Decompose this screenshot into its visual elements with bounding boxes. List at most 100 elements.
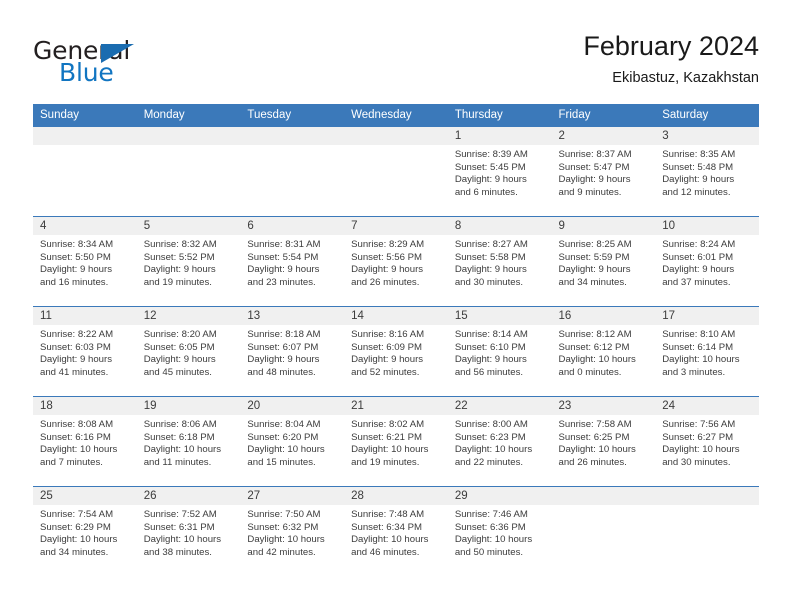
daylight-text-line2: and 30 minutes. [662,456,731,468]
day-cell[interactable]: 6 Sunrise: 8:31 AM Sunset: 5:54 PM Dayli… [240,216,345,307]
day-cell[interactable] [136,127,241,217]
day-details: Sunrise: 8:08 AM Sunset: 6:16 PM Dayligh… [33,415,137,469]
day-cell[interactable]: 29 Sunrise: 7:46 AM Sunset: 6:36 PM Dayl… [447,486,552,576]
day-cell[interactable] [344,127,448,217]
daylight-text-line2: and 48 minutes. [247,366,316,378]
day-number: 16 [551,307,656,325]
day-cell[interactable] [551,486,656,576]
sunset-text: Sunset: 5:47 PM [558,161,630,173]
day-details [240,145,344,149]
day-details: Sunrise: 7:54 AM Sunset: 6:29 PM Dayligh… [33,505,137,559]
daylight-text-line2: and 56 minutes. [454,366,524,378]
week-row: 18 Sunrise: 8:08 AM Sunset: 6:16 PM Dayl… [33,396,759,487]
day-cell[interactable]: 15 Sunrise: 8:14 AM Sunset: 6:10 PM Dayl… [447,306,552,397]
day-cell[interactable]: 25 Sunrise: 7:54 AM Sunset: 6:29 PM Dayl… [33,486,137,576]
day-cell[interactable]: 13 Sunrise: 8:18 AM Sunset: 6:07 PM Dayl… [240,306,345,397]
daylight-text-line2: and 22 minutes. [454,456,524,468]
daylight-text-line2: and 12 minutes. [662,186,731,198]
calendar-grid: Sunday Monday Tuesday Wednesday Thursday… [33,104,759,576]
sunrise-text: Sunrise: 8:39 AM [454,149,528,160]
day-cell[interactable]: 24 Sunrise: 7:56 AM Sunset: 6:27 PM Dayl… [655,396,759,487]
day-details: Sunrise: 7:56 AM Sunset: 6:27 PM Dayligh… [655,415,759,469]
day-number: 4 [33,217,137,235]
day-number: 14 [344,307,448,325]
day-cell[interactable]: 1 Sunrise: 8:39 AM Sunset: 5:45 PM Dayli… [447,127,552,217]
sunset-text: Sunset: 6:01 PM [662,251,734,263]
day-cell[interactable]: 2 Sunrise: 8:37 AM Sunset: 5:47 PM Dayli… [551,127,656,217]
day-cell[interactable]: 18 Sunrise: 8:08 AM Sunset: 6:16 PM Dayl… [33,396,137,487]
sunset-text: Sunset: 5:48 PM [662,161,734,173]
day-cell[interactable]: 4 Sunrise: 8:34 AM Sunset: 5:50 PM Dayli… [33,216,137,307]
day-cell[interactable]: 16 Sunrise: 8:12 AM Sunset: 6:12 PM Dayl… [551,306,656,397]
day-number: 20 [240,397,345,415]
sunrise-text: Sunrise: 8:27 AM [454,239,528,250]
daylight-text-line2: and 3 minutes. [662,366,726,378]
day-details [137,145,241,149]
day-cell[interactable]: 10 Sunrise: 8:24 AM Sunset: 6:01 PM Dayl… [655,216,759,307]
sunset-text: Sunset: 6:32 PM [247,521,319,533]
day-cell[interactable]: 12 Sunrise: 8:20 AM Sunset: 6:05 PM Dayl… [136,306,241,397]
sunset-text: Sunset: 6:20 PM [247,431,319,443]
sunrise-text: Sunrise: 8:35 AM [662,149,736,160]
day-details: Sunrise: 8:29 AM Sunset: 5:56 PM Dayligh… [344,235,448,289]
day-number: 25 [33,487,137,505]
sunset-text: Sunset: 5:52 PM [143,251,215,263]
day-cell[interactable] [240,127,345,217]
general-blue-logo[interactable]: General Blue [33,36,233,92]
daylight-text-line2: and 16 minutes. [40,276,109,288]
day-cell[interactable]: 26 Sunrise: 7:52 AM Sunset: 6:31 PM Dayl… [136,486,241,576]
day-number: 19 [136,397,241,415]
day-cell[interactable]: 8 Sunrise: 8:27 AM Sunset: 5:58 PM Dayli… [447,216,552,307]
day-number: 6 [240,217,345,235]
day-cell[interactable]: 21 Sunrise: 8:02 AM Sunset: 6:21 PM Dayl… [344,396,448,487]
daylight-text-line2: and 37 minutes. [662,276,731,288]
day-cell[interactable]: 20 Sunrise: 8:04 AM Sunset: 6:20 PM Dayl… [240,396,345,487]
day-details [655,505,759,509]
daylight-text-line1: Daylight: 9 hours [143,354,216,366]
daylight-text-line1: Daylight: 10 hours [143,444,222,456]
day-number: 3 [655,127,759,145]
sunset-text: Sunset: 5:56 PM [351,251,423,263]
sunrise-text: Sunrise: 8:24 AM [662,239,736,250]
page-header: General Blue February 2024 Ekibastuz, Ka… [33,30,759,96]
day-cell[interactable]: 7 Sunrise: 8:29 AM Sunset: 5:56 PM Dayli… [344,216,448,307]
daylight-text-line1: Daylight: 10 hours [40,444,118,456]
day-number: 18 [33,397,137,415]
daylight-text-line1: Daylight: 9 hours [558,264,631,276]
day-cell[interactable]: 17 Sunrise: 8:10 AM Sunset: 6:14 PM Dayl… [655,306,759,397]
day-cell[interactable]: 3 Sunrise: 8:35 AM Sunset: 5:48 PM Dayli… [655,127,759,217]
day-cell[interactable]: 19 Sunrise: 8:06 AM Sunset: 6:18 PM Dayl… [136,396,241,487]
daylight-text-line2: and 45 minutes. [143,366,212,378]
sunrise-text: Sunrise: 8:31 AM [247,239,321,250]
day-number [344,127,448,145]
day-details: Sunrise: 8:14 AM Sunset: 6:10 PM Dayligh… [448,325,552,379]
weekday-header-friday: Friday [551,104,656,127]
day-cell[interactable]: 11 Sunrise: 8:22 AM Sunset: 6:03 PM Dayl… [33,306,137,397]
day-number: 24 [655,397,759,415]
day-cell[interactable]: 27 Sunrise: 7:50 AM Sunset: 6:32 PM Dayl… [240,486,345,576]
weekday-header-monday: Monday [136,104,241,127]
day-cell[interactable]: 14 Sunrise: 8:16 AM Sunset: 6:09 PM Dayl… [344,306,448,397]
day-cell[interactable] [655,486,759,576]
sunrise-text: Sunrise: 8:22 AM [40,329,114,340]
sunset-text: Sunset: 6:12 PM [558,341,630,353]
daylight-text-line2: and 42 minutes. [247,546,316,558]
day-details: Sunrise: 8:35 AM Sunset: 5:48 PM Dayligh… [655,145,759,199]
daylight-text-line1: Daylight: 9 hours [247,264,320,276]
daylight-text-line2: and 26 minutes. [351,276,420,288]
day-number: 1 [447,127,552,145]
day-number: 15 [447,307,552,325]
daylight-text-line2: and 46 minutes. [351,546,420,558]
day-cell[interactable] [33,127,137,217]
daylight-text-line2: and 6 minutes. [454,186,518,198]
sunrise-text: Sunrise: 8:16 AM [351,329,425,340]
day-cell[interactable]: 23 Sunrise: 7:58 AM Sunset: 6:25 PM Dayl… [551,396,656,487]
daylight-text-line1: Daylight: 9 hours [40,264,112,276]
day-cell[interactable]: 9 Sunrise: 8:25 AM Sunset: 5:59 PM Dayli… [551,216,656,307]
day-cell[interactable]: 28 Sunrise: 7:48 AM Sunset: 6:34 PM Dayl… [344,486,448,576]
day-details: Sunrise: 8:24 AM Sunset: 6:01 PM Dayligh… [655,235,759,289]
daylight-text-line1: Daylight: 9 hours [454,354,527,366]
day-details: Sunrise: 8:27 AM Sunset: 5:58 PM Dayligh… [448,235,552,289]
day-cell[interactable]: 5 Sunrise: 8:32 AM Sunset: 5:52 PM Dayli… [136,216,241,307]
day-cell[interactable]: 22 Sunrise: 8:00 AM Sunset: 6:23 PM Dayl… [447,396,552,487]
